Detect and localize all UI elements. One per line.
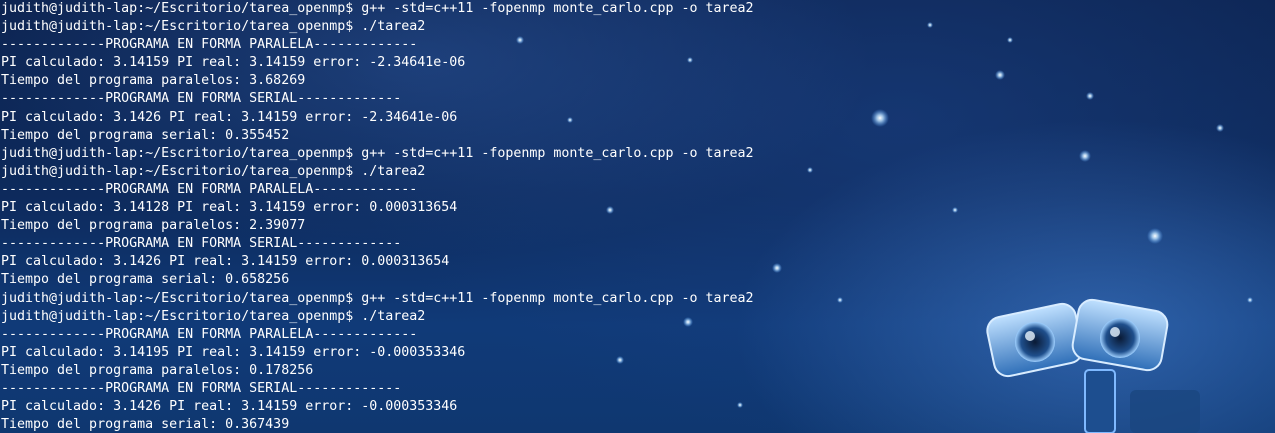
section-header-line: -------------PROGRAMA EN FORMA PARALELA-… (1, 37, 418, 53)
output-line: PI calculado: 3.14159 PI real: 3.14159 e… (1, 55, 466, 71)
command-line: judith@judith-lap:~/Escritorio/tarea_ope… (1, 290, 754, 306)
output-line: PI calculado: 3.14128 PI real: 3.14159 e… (1, 200, 458, 216)
robot-illustration (986, 298, 1200, 433)
command-line: judith@judith-lap:~/Escritorio/tarea_ope… (1, 19, 426, 35)
output-line: PI calculado: 3.1426 PI real: 3.14159 er… (1, 109, 458, 125)
section-header-line: -------------PROGRAMA EN FORMA PARALELA-… (1, 181, 418, 197)
section-header-line: -------------PROGRAMA EN FORMA SERIAL---… (1, 236, 402, 252)
output-line: Tiempo del programa paralelos: 3.68269 (1, 73, 306, 89)
output-line: Tiempo del programa serial: 0.355452 (1, 127, 290, 143)
section-header-line: -------------PROGRAMA EN FORMA PARALELA-… (1, 326, 418, 342)
output-line: Tiempo del programa paralelos: 0.178256 (1, 362, 314, 378)
output-line: PI calculado: 3.1426 PI real: 3.14159 er… (1, 399, 458, 415)
output-line: PI calculado: 3.14195 PI real: 3.14159 e… (1, 344, 466, 360)
command-line: judith@judith-lap:~/Escritorio/tarea_ope… (1, 163, 426, 179)
output-line: Tiempo del programa serial: 0.367439 (1, 417, 290, 433)
terminal-output[interactable]: judith@judith-lap:~/Escritorio/tarea_ope… (0, 0, 754, 433)
section-header-line: -------------PROGRAMA EN FORMA SERIAL---… (1, 380, 402, 396)
section-header-line: -------------PROGRAMA EN FORMA SERIAL---… (1, 91, 402, 107)
command-line: judith@judith-lap:~/Escritorio/tarea_ope… (1, 145, 754, 161)
command-line: judith@judith-lap:~/Escritorio/tarea_ope… (1, 308, 426, 324)
output-line: PI calculado: 3.1426 PI real: 3.14159 er… (1, 254, 450, 270)
terminal-window[interactable]: judith@judith-lap:~/Escritorio/tarea_ope… (0, 0, 1275, 433)
command-line: judith@judith-lap:~/Escritorio/tarea_ope… (1, 1, 754, 16)
output-line: Tiempo del programa serial: 0.658256 (1, 272, 290, 288)
output-line: Tiempo del programa paralelos: 2.39077 (1, 218, 306, 234)
